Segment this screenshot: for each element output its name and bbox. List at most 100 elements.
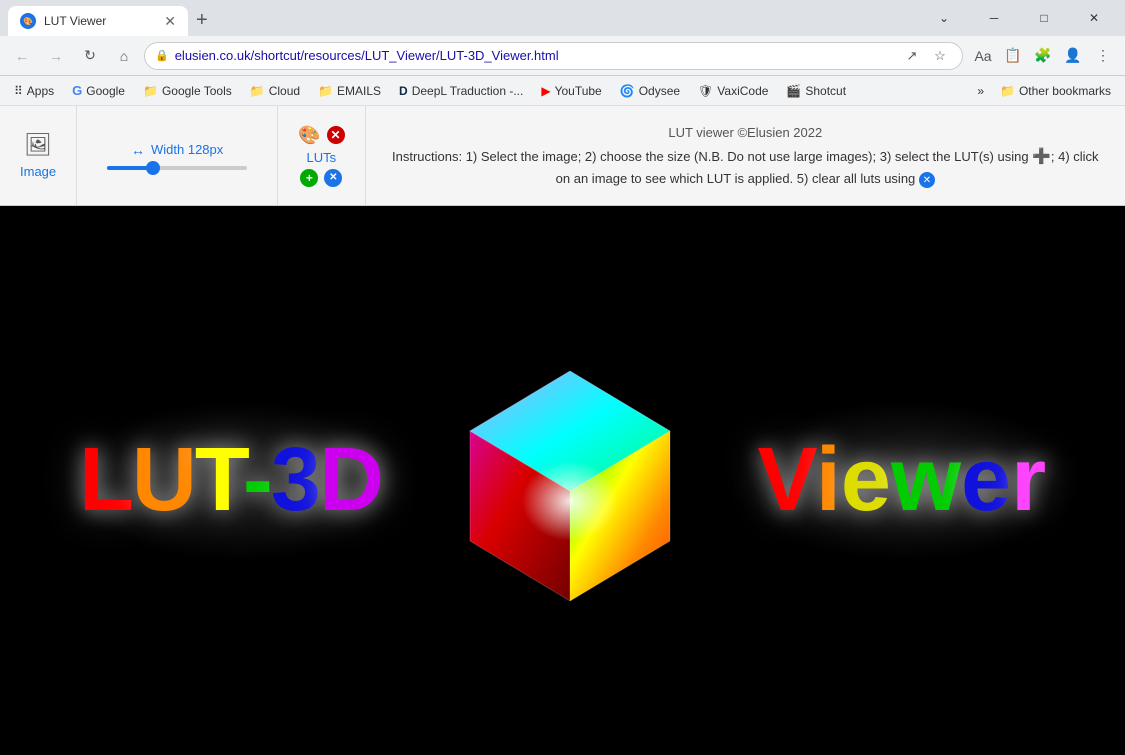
lut-main-display: LUT-3D — [0, 206, 1125, 755]
letter-D: D — [319, 430, 382, 530]
tab-title: LUT Viewer — [44, 14, 106, 28]
width-slider[interactable] — [107, 166, 247, 170]
google-icon: G — [72, 83, 82, 98]
bookmark-shotcut[interactable]: 🎬 Shotcut — [778, 82, 854, 100]
extensions-ntp-button[interactable]: Aa — [969, 42, 997, 70]
shotcut-icon: 🎬 — [786, 84, 801, 98]
bookmark-youtube[interactable]: ▶ YouTube — [533, 82, 609, 100]
letter-e2: e — [961, 430, 1011, 530]
luts-clear-button[interactable]: ✕ — [324, 169, 342, 187]
chevron-down-icon[interactable]: ⌄ — [921, 3, 967, 33]
width-label: Width 128px — [151, 142, 223, 157]
bookmark-deepl[interactable]: D DeepL Traduction -... — [391, 82, 531, 100]
back-button[interactable]: ← — [8, 42, 36, 70]
more-bookmarks-button[interactable]: » — [971, 82, 990, 100]
youtube-icon: ▶ — [541, 84, 550, 98]
minimize-button[interactable]: ─ — [971, 3, 1017, 33]
width-section: ↔ Width 128px — [77, 106, 278, 205]
new-tab-button[interactable]: + — [188, 5, 216, 36]
luts-add-button[interactable]: + — [300, 169, 318, 187]
letter-w: w — [891, 430, 961, 530]
slider-track — [107, 166, 247, 170]
lock-icon: 🔒 — [155, 49, 169, 62]
viewer-title: Viewer — [758, 429, 1047, 532]
letter-T: T — [195, 430, 243, 530]
address-bar: ← → ↻ ⌂ 🔒 elusien.co.uk/shortcut/resourc… — [0, 36, 1125, 76]
bookmark-emails[interactable]: 📁 EMAILS — [310, 82, 389, 100]
luts-section: 🎨 ✕ LUTs + ✕ — [278, 106, 365, 205]
letter-i: i — [816, 430, 841, 530]
bookmark-vaxicode-label: VaxiCode — [717, 84, 768, 98]
luts-label: LUTs — [307, 150, 337, 165]
cloud-folder-icon: 📁 — [250, 84, 265, 98]
menu-button[interactable]: ⋮ — [1089, 42, 1117, 70]
other-bookmarks[interactable]: 📁 Other bookmarks — [992, 82, 1119, 100]
resize-arrows-icon: ↔ — [131, 142, 145, 158]
bookmark-vaxicode[interactable]: 🛡 VaxiCode — [690, 82, 776, 100]
width-header: ↔ Width 128px — [131, 142, 223, 158]
reading-list-button[interactable]: 📋 — [999, 42, 1027, 70]
toolbar-panel: 🖼 Image ↔ Width 128px 🎨 ✕ LUTs — [0, 106, 1125, 206]
letter-V: V — [758, 430, 816, 530]
bookmark-odysee-label: Odysee — [639, 84, 680, 98]
profile-button[interactable]: 👤 — [1059, 42, 1087, 70]
active-tab[interactable]: 🎨 LUT Viewer ✕ — [8, 6, 188, 36]
close-button[interactable]: ✕ — [1071, 3, 1117, 33]
url-text: elusien.co.uk/shortcut/resources/LUT_Vie… — [175, 48, 894, 63]
bookmark-youtube-label: YouTube — [555, 84, 602, 98]
bookmark-google[interactable]: G Google — [64, 81, 133, 100]
bookmark-apps-label: Apps — [27, 84, 54, 98]
extensions-button[interactable]: 🧩 — [1029, 42, 1057, 70]
tab-favicon: 🎨 — [20, 13, 36, 29]
apps-grid-icon: ⠿ — [14, 84, 23, 98]
bookmark-cloud-label: Cloud — [269, 84, 300, 98]
letter-r: r — [1011, 430, 1046, 530]
palette-icon: 🎨 — [298, 125, 320, 146]
letter-L: L — [79, 430, 132, 530]
vaxicode-icon: 🛡 — [698, 84, 713, 98]
letter-dash: - — [243, 430, 271, 530]
window-controls: ⌄ ─ □ ✕ — [921, 3, 1117, 33]
bookmark-emails-label: EMAILS — [337, 84, 381, 98]
letter-U: U — [132, 430, 195, 530]
letter-e1: e — [841, 430, 891, 530]
slider-thumb[interactable] — [146, 161, 160, 175]
tab-close-button[interactable]: ✕ — [164, 13, 176, 30]
emails-folder-icon: 📁 — [318, 84, 333, 98]
letter-3: 3 — [271, 430, 319, 530]
luts-icons-row: 🎨 ✕ — [298, 125, 344, 146]
bookmark-star-button[interactable]: ☆ — [928, 44, 952, 68]
url-actions: ↗ ☆ — [900, 44, 952, 68]
other-bookmarks-folder-icon: 📁 — [1000, 84, 1015, 98]
home-button[interactable]: ⌂ — [110, 42, 138, 70]
image-label[interactable]: Image — [20, 164, 56, 179]
title-bar: 🎨 LUT Viewer ✕ + ⌄ ─ □ ✕ — [0, 0, 1125, 36]
image-icon: 🖼 — [24, 132, 52, 158]
slider-fill — [107, 166, 149, 170]
bookmark-odysee[interactable]: 🌀 Odysee — [612, 82, 688, 100]
tab-area: 🎨 LUT Viewer ✕ + — [8, 0, 917, 36]
forward-button[interactable]: → — [42, 42, 70, 70]
bookmark-google-tools-label: Google Tools — [162, 84, 232, 98]
deepl-icon: D — [399, 84, 408, 98]
luts-remove-button[interactable]: ✕ — [327, 126, 345, 144]
bookmark-deepl-label: DeepL Traduction -... — [412, 84, 524, 98]
folder-icon: 📁 — [143, 84, 158, 98]
bookmark-apps[interactable]: ⠿ Apps — [6, 82, 62, 100]
reload-button[interactable]: ↻ — [76, 42, 104, 70]
bookmarks-bar: ⠿ Apps G Google 📁 Google Tools 📁 Cloud 📁… — [0, 76, 1125, 106]
lut-3d-title: LUT-3D — [79, 429, 382, 532]
browser-actions: Aa 📋 🧩 👤 ⋮ — [969, 42, 1117, 70]
lut-display-area: LUT-3D — [0, 206, 1125, 755]
url-bar[interactable]: 🔒 elusien.co.uk/shortcut/resources/LUT_V… — [144, 42, 963, 70]
luts-action-row: + ✕ — [300, 169, 342, 187]
cube-container — [460, 351, 680, 611]
instructions-section: LUT viewer ©Elusien 2022 Instructions: 1… — [366, 106, 1125, 205]
odysee-icon: 🌀 — [620, 84, 635, 98]
bookmark-google-tools[interactable]: 📁 Google Tools — [135, 82, 240, 100]
page-content: 🖼 Image ↔ Width 128px 🎨 ✕ LUTs — [0, 106, 1125, 755]
maximize-button[interactable]: □ — [1021, 3, 1067, 33]
share-button[interactable]: ↗ — [900, 44, 924, 68]
image-section: 🖼 Image — [0, 106, 77, 205]
bookmark-cloud[interactable]: 📁 Cloud — [242, 82, 308, 100]
